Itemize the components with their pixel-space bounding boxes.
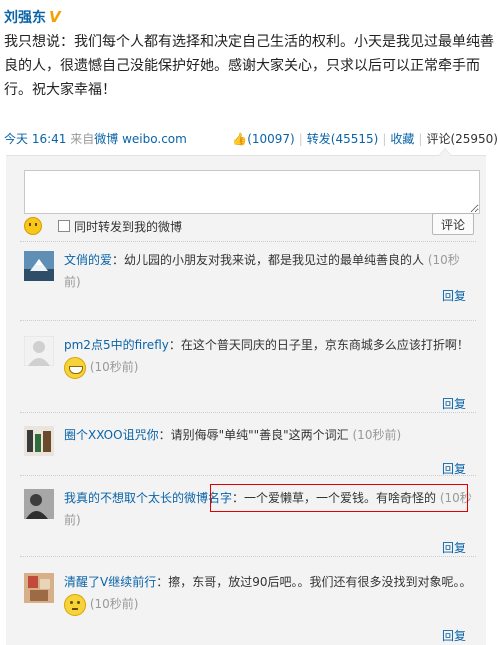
comment-body: ：在这个普天同庆的日子里，京东商城多么应该打折啊！: [168, 338, 469, 352]
comment-time: (10秒前): [89, 360, 139, 374]
source-link[interactable]: 微博: [94, 132, 118, 146]
post-text: 我只想说：我们每个人都有选择和决定自己生活的权利。小天是我见过最单纯善良的人，很…: [4, 34, 494, 98]
comment-username[interactable]: 圈个XXOO诅咒你: [64, 428, 159, 442]
comment-username[interactable]: pm2点5中的firefly: [64, 338, 169, 352]
grin-emoji-icon: [64, 356, 86, 379]
avatar[interactable]: [24, 336, 54, 366]
comment-username[interactable]: 文俏的爱: [64, 253, 112, 267]
comment-input[interactable]: [24, 170, 480, 214]
reply-link[interactable]: 回复: [442, 627, 466, 644]
avatar[interactable]: [24, 251, 54, 281]
awkward-emoji-icon: [64, 593, 86, 616]
comment-text: 文俏的爱：幼儿园的小朋友对我来说，都是我见过的最单纯善良的人 (10秒前): [64, 249, 476, 293]
comment-panel: 同时转发到我的微博 评论 文俏的爱：幼儿园的小朋友对我来说，都是我见过的最单纯善…: [6, 148, 486, 645]
comment-time: (10秒前): [352, 428, 402, 442]
comment-time: (10秒前): [89, 597, 139, 611]
favorite-button[interactable]: 收藏: [390, 132, 414, 146]
avatar[interactable]: [24, 426, 54, 456]
comment-text: 清醒了V继续前行：擦，东哥，放过90后吧。。我们还有很多没找到对象呢。。 (10…: [64, 571, 476, 616]
divider: [20, 241, 476, 242]
like-button[interactable]: 👍(10097): [232, 132, 295, 146]
post-time[interactable]: 今天 16:41: [4, 132, 66, 146]
comment-body: ：擦，东哥，放过90后吧。。我们还有很多没找到对象呢。。: [156, 575, 472, 589]
reply-link[interactable]: 回复: [442, 395, 466, 412]
like-count: (10097): [247, 132, 295, 146]
divider: [20, 556, 476, 557]
comment-body: ：幼儿园的小朋友对我来说，都是我见过的最单纯善良的人: [112, 253, 425, 267]
panel-pointer: [438, 148, 452, 156]
repost-checkbox-label[interactable]: 同时转发到我的微博: [74, 218, 182, 235]
reply-link[interactable]: 回复: [442, 539, 466, 556]
source-prefix: 来自: [70, 132, 95, 146]
post-author[interactable]: 刘强东 V: [4, 7, 61, 27]
submit-comment-button[interactable]: 评论: [432, 213, 474, 235]
highlight-box: [210, 484, 468, 512]
post-meta-bar: 今天 16:41 来自微博 weibo.com 👍(10097) | 转发(4551…: [4, 132, 498, 146]
comment-button[interactable]: 评论(25950): [426, 132, 498, 146]
comment-username[interactable]: 我真的不想取个太长的微博名字: [64, 491, 232, 505]
thumbs-up-icon: 👍: [232, 132, 248, 146]
comment-item: 清醒了V继续前行：擦，东哥，放过90后吧。。我们还有很多没找到对象呢。。 (10…: [20, 573, 476, 645]
comment-username[interactable]: 清醒了V继续前行: [64, 575, 156, 589]
comment-text: 圈个XXOO诅咒你：请别侮辱"单纯""善良"这两个词汇 (10秒前): [64, 424, 476, 446]
comment-item: 文俏的爱：幼儿园的小朋友对我来说，都是我见过的最单纯善良的人 (10秒前) 回复: [20, 251, 476, 311]
reply-link[interactable]: 回复: [442, 287, 466, 304]
divider: [20, 475, 476, 476]
comment-text: pm2点5中的firefly：在这个普天同庆的日子里，京东商城多么应该打折啊！ …: [64, 334, 476, 379]
repost-checkbox[interactable]: [58, 220, 70, 232]
repost-button[interactable]: 转发(45515): [307, 132, 379, 146]
comment-body: ：请别侮辱"单纯""善良"这两个词汇: [158, 428, 349, 442]
comment-item: pm2点5中的firefly：在这个普天同庆的日子里，京东商城多么应该打折啊！ …: [20, 336, 476, 416]
avatar[interactable]: [24, 573, 54, 603]
divider: [20, 412, 476, 413]
avatar[interactable]: [24, 489, 54, 519]
emoji-picker-icon[interactable]: [24, 217, 42, 235]
source-domain[interactable]: weibo.com: [122, 132, 187, 146]
comment-item: 圈个XXOO诅咒你：请别侮辱"单纯""善良"这两个词汇 (10秒前) 回复: [20, 426, 476, 476]
verified-icon: V: [49, 8, 61, 26]
divider: [20, 320, 476, 321]
author-name[interactable]: 刘强东: [4, 10, 46, 26]
